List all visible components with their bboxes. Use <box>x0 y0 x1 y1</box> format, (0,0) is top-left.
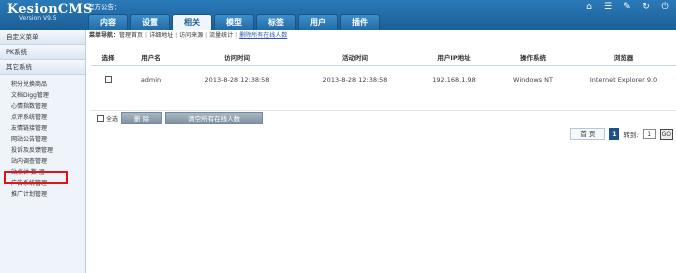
cell-active-time: 2013-8-28 12:38:58 <box>322 75 388 84</box>
highlight-box <box>4 171 68 184</box>
breadcrumb-link-details[interactable]: 详细地址 <box>149 32 173 39</box>
breadcrumb-prefix: 菜单导航： <box>89 32 120 39</box>
tab-settings[interactable]: 设置 <box>130 14 170 30</box>
tab-content[interactable]: 内容 <box>88 14 128 30</box>
col-ip: 用户IP地址 <box>437 53 471 62</box>
sidebar-item-points-exchange[interactable]: 积分兑换商品 <box>0 79 85 90</box>
breadcrumb-link-sources[interactable]: 访问来源 <box>179 32 203 39</box>
current-page[interactable]: 1 <box>609 128 620 140</box>
main-content: 菜单导航：管理首页 | 详细地址 | 访问来源 | 流量统计 | 删除所有在线人数 选择 用户名… <box>87 30 676 273</box>
sidebar-item-feedback[interactable]: 投诉及反馈管理 <box>0 145 85 156</box>
sidebar-item-digg[interactable]: 文档Digg管理 <box>0 90 85 101</box>
cell-os: Windows NT <box>513 75 553 84</box>
breadcrumb: 菜单导航：管理首页 | 详细地址 | 访问来源 | 流量统计 | 删除所有在线人数 <box>89 32 288 39</box>
main-tabs: 内容 设置 相关 模型 标签 用户 插件 <box>88 14 380 30</box>
logo: KesionCMS Version V9.5 <box>7 2 93 22</box>
sidebar: 自定义菜单 PK系统 其它系统 积分兑换商品 文档Digg管理 心情指数管理 点… <box>0 30 86 273</box>
select-all-checkbox[interactable] <box>97 114 104 122</box>
delete-button[interactable]: 删 除 <box>121 112 163 124</box>
pagination: 首 页 1 转到: 1 GO <box>570 128 673 140</box>
top-icon-bar: ⌂ ☰ ✎ ↻ ⏻ <box>584 2 670 12</box>
row-divider <box>91 110 676 111</box>
go-button[interactable]: GO <box>659 128 673 140</box>
online-users-table: 选择 用户名 访问时间 活动时间 用户IP地址 操作系统 浏览器 admin 2… <box>91 50 676 86</box>
row-checkbox-cell <box>91 73 125 86</box>
refresh-icon[interactable]: ↻ <box>641 2 651 12</box>
row-checkbox[interactable] <box>104 76 112 83</box>
sidebar-item-links[interactable]: 友情链接管理 <box>0 123 85 134</box>
sidebar-item-survey[interactable]: 站内调查管理 <box>0 156 85 167</box>
cell-visit-time: 2013-8-28 12:38:58 <box>204 75 270 84</box>
tab-related[interactable]: 相关 <box>172 14 212 30</box>
top-header: KesionCMS Version V9.5 官方公告： 内容 设置 相关 模型… <box>0 0 676 30</box>
sidebar-item-comments[interactable]: 点评系统管理 <box>0 112 85 123</box>
col-browser: 浏览器 <box>613 53 634 62</box>
cell-browser: Internet Explorer 9.0 <box>589 75 658 84</box>
first-page-button[interactable]: 首 页 <box>570 128 606 140</box>
goto-label: 转到: <box>623 131 639 139</box>
header-divider <box>91 65 676 66</box>
select-all[interactable]: 全选 <box>97 114 118 123</box>
tab-tags[interactable]: 标签 <box>256 14 296 30</box>
col-username: 用户名 <box>141 53 161 62</box>
sidebar-item-announcements[interactable]: 网站公告管理 <box>0 134 85 145</box>
sidebar-item-promotion[interactable]: 推广计划管理 <box>0 189 85 200</box>
tools-icon[interactable]: ✎ <box>622 2 632 12</box>
table-actions: 全选 删 除 清空所有在线人数 <box>97 112 264 124</box>
home-icon[interactable]: ⌂ <box>584 2 594 12</box>
col-visit-time: 访问时间 <box>224 53 250 62</box>
select-all-label: 全选 <box>106 115 119 123</box>
col-select: 选择 <box>101 53 115 62</box>
sidebar-group-pk[interactable]: PK系统 <box>0 45 85 60</box>
breadcrumb-link-home[interactable]: 管理首页 <box>119 32 143 39</box>
sidebar-group-custom-menu[interactable]: 自定义菜单 <box>0 30 85 45</box>
tab-model[interactable]: 模型 <box>214 14 254 30</box>
power-icon[interactable]: ⏻ <box>660 2 670 12</box>
sidebar-group-other[interactable]: 其它系统 <box>0 60 85 75</box>
menu-icon[interactable]: ☰ <box>603 2 613 12</box>
table-header-row: 选择 用户名 访问时间 活动时间 用户IP地址 操作系统 浏览器 <box>91 50 676 63</box>
goto-page-input[interactable]: 1 <box>642 129 656 139</box>
breadcrumb-link-traffic[interactable]: 流量统计 <box>209 32 233 39</box>
cell-ip: 192.168.1.98 <box>432 75 476 84</box>
table-row: admin 2013-8-28 12:38:58 2013-8-28 12:38… <box>91 73 676 86</box>
col-os: 操作系统 <box>520 53 546 62</box>
tab-users[interactable]: 用户 <box>298 14 338 30</box>
clear-all-online-button[interactable]: 清空所有在线人数 <box>165 112 264 124</box>
tab-plugins[interactable]: 插件 <box>340 14 380 30</box>
sidebar-item-mood[interactable]: 心情指数管理 <box>0 101 85 112</box>
notice-label: 官方公告： <box>88 3 121 11</box>
col-active-time: 活动时间 <box>342 53 368 62</box>
breadcrumb-link-delete-online[interactable]: 删除所有在线人数 <box>239 32 287 39</box>
cell-username: admin <box>140 75 162 84</box>
